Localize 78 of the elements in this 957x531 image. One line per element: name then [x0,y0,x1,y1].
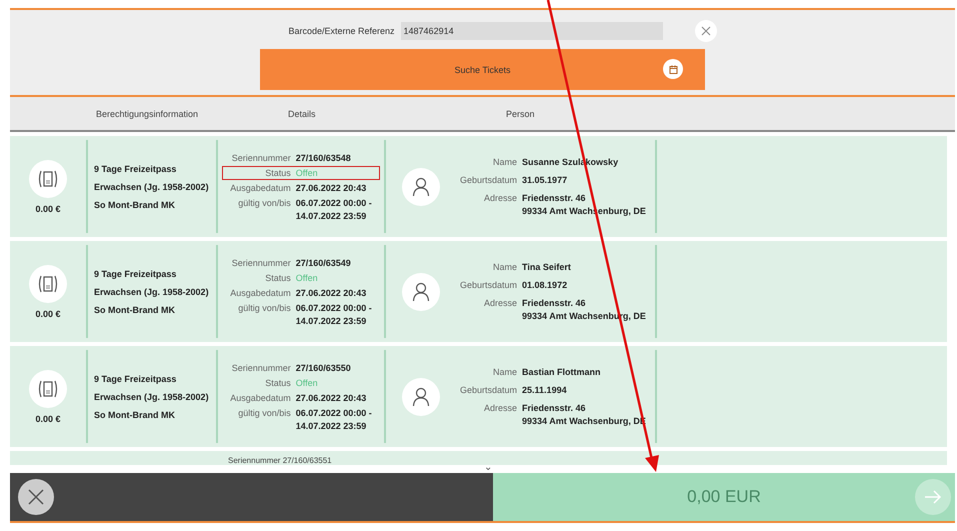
product-name: 9 Tage Freizeitpass [94,268,178,278]
passenger-category: Erwachsen (Jg. 1958-2002) [94,392,210,402]
arrow-right-icon [924,490,942,504]
field-value: 25.11.1994 [522,385,567,395]
ticket-icon [29,370,67,408]
field-value: 27.06.2022 20:43 [296,288,366,298]
field-value: 01.08.1972 [522,280,568,290]
field-value: 27.06.2022 20:43 [296,182,366,192]
field-value: 06.07.2022 00:00 - [296,302,372,312]
field-value: 27/160/63548 [296,152,351,162]
field-value: Friedensstr. 46 [522,193,586,203]
field-value: 06.07.2022 00:00 - [296,198,372,208]
field-label: Status [264,272,291,282]
next-button[interactable] [915,479,951,515]
field-label: Status [264,378,291,388]
field-label: Name [492,367,518,377]
scroll-down-hint[interactable]: ⌄ [484,463,492,473]
ticket-icon [29,160,67,198]
field-label: Name [492,262,518,272]
field-value: 31.05.1977 [522,175,568,185]
field-label: Geburtsdatum [460,280,518,290]
field-value: 14.07.2022 23:59 [296,420,366,430]
field-value: Bastian Flottmann [522,367,601,377]
field-label: Ausgabedatum [229,392,291,402]
ticket-icon [29,264,67,302]
column-header: Details [287,108,317,118]
field-value: 14.07.2022 23:59 [296,316,366,326]
column-header: Person [505,108,536,118]
status-value: Offen [296,272,318,282]
barcode-input-field[interactable]: 1487462914 [400,22,663,40]
cancel-button[interactable] [18,479,54,515]
field-label: Barcode/Externe Referenz [288,26,395,36]
field-value: 14.07.2022 23:59 [296,210,366,220]
person-icon [402,168,440,206]
field-value: Friedensstr. 46 [522,403,586,413]
zone-name: So Mont-Brand MK [94,304,176,314]
price-text: 0.00 € [35,204,61,214]
person-icon [402,378,440,416]
close-icon [700,26,711,36]
field-label: Seriennummer [230,258,291,268]
field-label: Seriennummer [230,362,291,372]
field-value: 06.07.2022 00:00 - [296,408,372,418]
field-label: Adresse [483,403,518,415]
price-text: 0.00 € [35,308,61,318]
clear-button[interactable] [694,20,717,42]
product-name: 9 Tage Freizeitpass [94,164,178,174]
field-label: Adresse [483,193,518,205]
field-label: Ausgabedatum [229,288,291,298]
field-label: Seriennummer [230,152,291,162]
field-value: Friedensstr. 46 [522,298,586,308]
passenger-category: Erwachsen (Jg. 1958-2002) [94,286,210,296]
person-icon [402,272,440,310]
field-label: Name [492,157,518,167]
total-amount: 0,00 EUR [687,487,761,507]
product-name: 9 Tage Freizeitpass [94,374,178,384]
field-label: gültig von/bis [237,302,291,315]
field-value: Tina Seifert [522,262,571,272]
field-label: Adresse [483,298,518,310]
field-label: Geburtsdatum [460,385,518,395]
field-value: Seriennummer 27/160/63551 [228,456,332,465]
field-label: Ausgabedatum [229,182,291,192]
status-value: Offen [296,168,318,178]
price-text: 0.00 € [35,414,61,424]
zone-name: So Mont-Brand MK [94,200,176,210]
search-tickets-button[interactable]: Suche Tickets [260,49,705,90]
field-value: 27/160/63549 [296,258,351,268]
field-label: Status [264,168,291,178]
field-value: 27.06.2022 20:43 [296,392,366,402]
field-label: gültig von/bis [237,408,291,420]
close-icon [27,488,45,506]
field-value: 27/160/63550 [296,362,351,372]
status-value: Offen [296,378,318,388]
field-label: Geburtsdatum [460,175,518,185]
passenger-category: Erwachsen (Jg. 1958-2002) [94,182,210,192]
field-label: gültig von/bis [237,198,291,210]
zone-name: So Mont-Brand MK [94,410,176,420]
column-header: Berechtigungsinformation [95,108,200,118]
calendar-icon [663,59,683,79]
